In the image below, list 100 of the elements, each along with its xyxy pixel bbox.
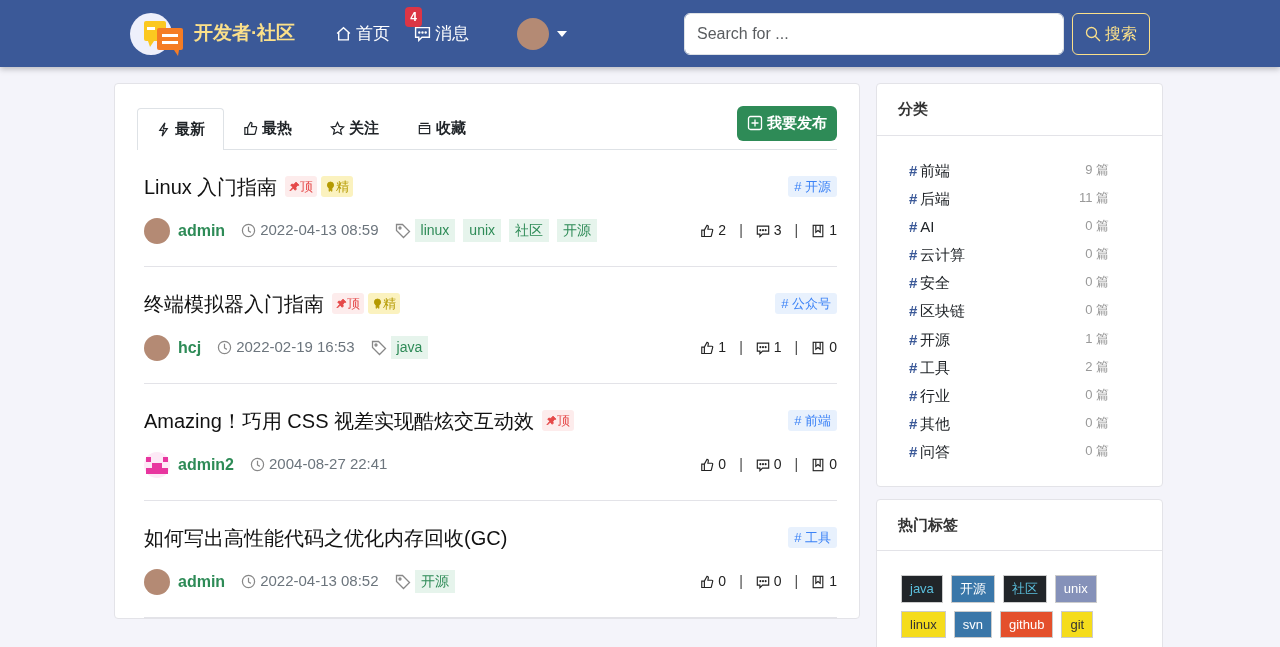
separator: | — [739, 221, 743, 240]
clock-icon — [241, 223, 257, 238]
bookmark-icon — [811, 223, 826, 238]
category-link[interactable]: # 工具 — [909, 356, 951, 380]
tab[interactable]: 关注 — [311, 107, 398, 149]
bookmark-icon — [811, 574, 826, 589]
category-link[interactable]: # 开源 — [909, 328, 951, 352]
separator: | — [794, 221, 799, 240]
post-title[interactable]: 终端模拟器入门指南 — [144, 288, 324, 319]
bookmark-icon — [811, 457, 826, 472]
category-link[interactable]: # AI — [909, 215, 935, 239]
pin-icon — [546, 415, 558, 426]
category-link[interactable]: # 问答 — [909, 441, 951, 464]
thumbs-up-icon — [700, 574, 715, 589]
identicon-avatar — [144, 451, 170, 478]
chat-icon — [755, 574, 770, 589]
author-name[interactable]: admin2 — [178, 452, 234, 477]
post-date: 2022-04-13 08:59 — [260, 220, 379, 241]
post-date: 2004-08-27 22:41 — [269, 454, 388, 475]
category-link[interactable]: # 前端 — [909, 159, 951, 182]
publish-button[interactable]: 我要发布 — [737, 106, 837, 141]
site-name[interactable]: 开发者·社区 — [194, 19, 296, 48]
post-count: 0 篇 — [1085, 301, 1109, 320]
category-link[interactable]: # 区块链 — [909, 300, 966, 323]
card-title: 分类 — [877, 84, 1162, 136]
post-count: 0 篇 — [1085, 245, 1109, 264]
tag-chip[interactable]: java — [901, 575, 943, 603]
featured-badge: 精 — [321, 175, 354, 198]
star-icon — [330, 120, 345, 136]
comment-count: 3 — [773, 221, 782, 240]
search-field[interactable]: Search for ... — [684, 12, 1064, 55]
post-count: 0 篇 — [1085, 414, 1109, 433]
search-icon — [1085, 25, 1101, 42]
author-name[interactable]: admin — [178, 218, 226, 243]
home-link[interactable]: 首页 — [335, 20, 391, 47]
post-tag[interactable]: linux — [414, 219, 456, 242]
post-date: 2022-04-13 08:52 — [260, 571, 379, 592]
post-count: 0 篇 — [1085, 216, 1109, 235]
post-tag[interactable]: 开源 — [557, 219, 598, 242]
post-tag[interactable]: unix — [463, 219, 502, 242]
clock-icon — [217, 340, 233, 355]
tag-chip[interactable]: 社区 — [1002, 575, 1047, 603]
post-title[interactable]: Linux 入门指南 — [144, 171, 278, 202]
post-tag[interactable]: 开源 — [414, 570, 455, 593]
post-tag[interactable]: 社区 — [509, 219, 550, 242]
lightning-icon — [156, 121, 171, 137]
tag-chip[interactable]: github — [1000, 610, 1054, 639]
category-link[interactable]: # 行业 — [909, 385, 951, 408]
thumbs-up-icon — [700, 340, 715, 355]
thumbs-up-icon — [700, 457, 715, 472]
post-title[interactable]: Amazing！巧用 CSS 视差实现酷炫交互动效 — [144, 405, 535, 436]
post-count: 11 篇 — [1078, 188, 1109, 207]
clock-icon — [250, 457, 265, 472]
home-icon — [335, 25, 353, 42]
post-count: 0 篇 — [1085, 273, 1109, 292]
post-count: 1 篇 — [1085, 329, 1109, 348]
caret-icon[interactable] — [557, 30, 568, 37]
like-count: 0 — [718, 572, 727, 591]
clock-icon — [241, 574, 257, 589]
like-count: 2 — [718, 221, 727, 240]
post-title[interactable]: 如何写出高性能代码之优化内存回收(GC) — [144, 522, 508, 553]
like-count: 1 — [718, 338, 727, 357]
featured-badge: 精 — [368, 292, 400, 315]
post-count: 0 篇 — [1085, 386, 1109, 404]
notification-badge: 4 — [405, 6, 422, 27]
category-link[interactable]: # 后端 — [909, 187, 951, 211]
category-link[interactable]: # 安全 — [909, 272, 951, 295]
search-button[interactable]: 搜索 — [1072, 12, 1150, 55]
post-tag[interactable]: java — [390, 336, 429, 359]
separator: | — [794, 455, 799, 474]
bookmark-count: 1 — [829, 221, 837, 240]
bookmark-count: 1 — [829, 572, 837, 591]
category-link[interactable]: # 云计算 — [909, 244, 966, 267]
post-date: 2022-02-19 16:53 — [236, 337, 355, 358]
pinned-badge: 顶 — [332, 292, 364, 315]
tab[interactable]: 最热 — [224, 107, 311, 149]
tag-chip[interactable]: svn — [953, 610, 992, 639]
post-count: 2 篇 — [1085, 357, 1109, 376]
plus-square-icon — [747, 115, 763, 132]
chat-icon — [414, 25, 432, 42]
tag-chip[interactable]: linux — [901, 610, 946, 639]
tag-chip[interactable]: git — [1061, 610, 1094, 639]
bookmark-count: 0 — [829, 338, 837, 357]
post-count: 9 篇 — [1085, 160, 1109, 179]
comment-count: 0 — [773, 455, 782, 474]
tag-chip[interactable]: 开源 — [950, 575, 995, 603]
pinned-badge: 顶 — [285, 175, 318, 198]
comment-count: 0 — [773, 572, 782, 591]
tab[interactable]: 最新 — [137, 108, 224, 150]
tab[interactable]: 收藏 — [398, 107, 485, 149]
tag-icon — [370, 339, 387, 356]
author-name[interactable]: admin — [178, 569, 226, 594]
thumbs-up-icon — [700, 223, 715, 238]
tag-icon — [394, 573, 411, 590]
separator: | — [739, 338, 743, 357]
author-name[interactable]: hcj — [178, 335, 202, 360]
category-link[interactable]: # 其他 — [909, 413, 951, 436]
chat-icon — [755, 340, 770, 355]
bookmark-icon — [811, 340, 826, 355]
pinned-badge: 顶 — [542, 409, 575, 432]
